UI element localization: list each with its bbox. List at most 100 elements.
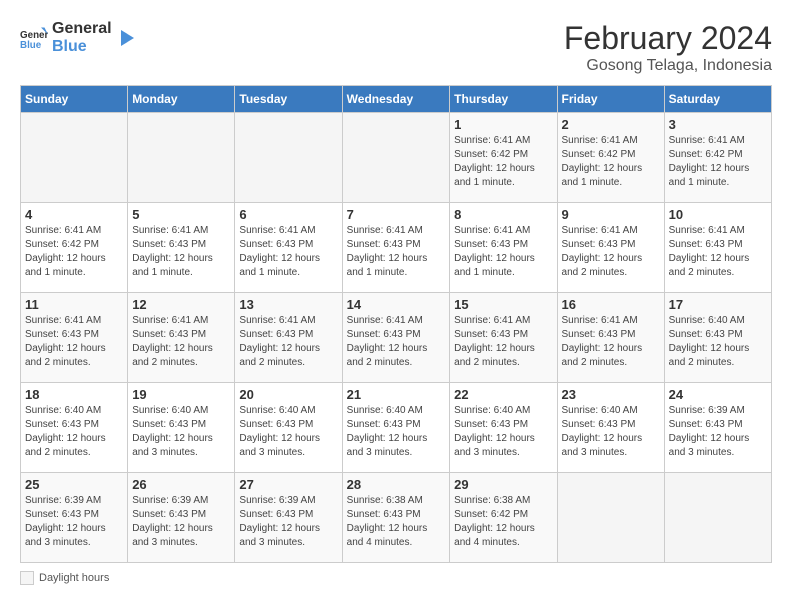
day-number: 26 (132, 477, 230, 492)
calendar-cell (342, 113, 450, 203)
day-info: Sunrise: 6:40 AM Sunset: 6:43 PM Dayligh… (239, 404, 337, 460)
calendar-header-wednesday: Wednesday (342, 86, 450, 113)
day-info: Sunrise: 6:41 AM Sunset: 6:43 PM Dayligh… (454, 224, 552, 280)
day-number: 22 (454, 387, 552, 402)
calendar-cell: 6 Sunrise: 6:41 AM Sunset: 6:43 PM Daylig… (235, 203, 342, 293)
calendar-cell: 27 Sunrise: 6:39 AM Sunset: 6:43 PM Dayli… (235, 473, 342, 563)
calendar-header-row: SundayMondayTuesdayWednesdayThursdayFrid… (21, 86, 772, 113)
day-number: 17 (669, 297, 767, 312)
day-info: Sunrise: 6:41 AM Sunset: 6:42 PM Dayligh… (669, 134, 767, 190)
logo-icon: General Blue (20, 24, 48, 52)
calendar-cell: 20Sunrise: 6:40 AM Sunset: 6:43 PM Dayli… (235, 383, 342, 473)
calendar-cell: 25Sunrise: 6:39 AM Sunset: 6:43 PM Dayli… (21, 473, 128, 563)
day-info: Sunrise: 6:41 AM Sunset: 6:43 PM Dayligh… (347, 314, 446, 370)
calendar-cell: 28 Sunrise: 6:38 AM Sunset: 6:43 PM Dayli… (342, 473, 450, 563)
day-info: Sunrise: 6:40 AM Sunset: 6:43 PM Dayligh… (669, 314, 767, 370)
legend-daylight-label: Daylight hours (39, 572, 109, 584)
day-number: 13 (239, 297, 337, 312)
day-number: 5 (132, 207, 230, 222)
day-number: 14 (347, 297, 446, 312)
legend: Daylight hours (20, 571, 772, 585)
day-info: Sunrise: 6:38 AM Sunset: 6:42 PM Dayligh… (454, 494, 552, 550)
day-info: Sunrise: 6:41 AM Sunset: 6:43 PM Dayligh… (669, 224, 767, 280)
day-info: Sunrise: 6:38 AM Sunset: 6:43 PM Dayligh… (347, 494, 446, 550)
month-title: February 2024 (564, 20, 772, 57)
day-info: Sunrise: 6:41 AM Sunset: 6:43 PM Dayligh… (132, 224, 230, 280)
calendar-cell: 23Sunrise: 6:40 AM Sunset: 6:43 PM Dayli… (557, 383, 664, 473)
calendar-week-row: 25Sunrise: 6:39 AM Sunset: 6:43 PM Dayli… (21, 473, 772, 563)
day-number: 16 (562, 297, 660, 312)
day-number: 2 (562, 117, 660, 132)
legend-box-daylight (20, 571, 34, 585)
day-number: 19 (132, 387, 230, 402)
calendar-week-row: 11Sunrise: 6:41 AM Sunset: 6:43 PM Dayli… (21, 293, 772, 383)
day-number: 7 (347, 207, 446, 222)
calendar-cell: 10 Sunrise: 6:41 AM Sunset: 6:43 PM Dayli… (664, 203, 771, 293)
day-number: 6 (239, 207, 337, 222)
calendar-cell: 3 Sunrise: 6:41 AM Sunset: 6:42 PM Daylig… (664, 113, 771, 203)
calendar-cell: 15 Sunrise: 6:41 AM Sunset: 6:43 PM Dayli… (450, 293, 557, 383)
day-number: 3 (669, 117, 767, 132)
day-number: 27 (239, 477, 337, 492)
calendar-header-thursday: Thursday (450, 86, 557, 113)
day-number: 15 (454, 297, 552, 312)
calendar-week-row: 4Sunrise: 6:41 AM Sunset: 6:42 PM Daylig… (21, 203, 772, 293)
day-number: 28 (347, 477, 446, 492)
logo-arrow-icon (116, 28, 136, 48)
day-info: Sunrise: 6:41 AM Sunset: 6:43 PM Dayligh… (454, 314, 552, 370)
calendar-header-tuesday: Tuesday (235, 86, 342, 113)
calendar-cell: 16 Sunrise: 6:41 AM Sunset: 6:43 PM Dayli… (557, 293, 664, 383)
day-info: Sunrise: 6:39 AM Sunset: 6:43 PM Dayligh… (25, 494, 123, 550)
day-info: Sunrise: 6:41 AM Sunset: 6:43 PM Dayligh… (239, 314, 337, 370)
calendar-table: SundayMondayTuesdayWednesdayThursdayFrid… (20, 85, 772, 563)
day-number: 9 (562, 207, 660, 222)
calendar-week-row: 1Sunrise: 6:41 AM Sunset: 6:42 PM Daylig… (21, 113, 772, 203)
calendar-cell: 5 Sunrise: 6:41 AM Sunset: 6:43 PM Daylig… (128, 203, 235, 293)
calendar-cell: 18Sunrise: 6:40 AM Sunset: 6:43 PM Dayli… (21, 383, 128, 473)
day-info: Sunrise: 6:39 AM Sunset: 6:43 PM Dayligh… (669, 404, 767, 460)
title-area: February 2024 Gosong Telaga, Indonesia (564, 20, 772, 75)
calendar-header-friday: Friday (557, 86, 664, 113)
day-number: 8 (454, 207, 552, 222)
day-info: Sunrise: 6:41 AM Sunset: 6:42 PM Dayligh… (562, 134, 660, 190)
calendar-cell: 29 Sunrise: 6:38 AM Sunset: 6:42 PM Dayli… (450, 473, 557, 563)
calendar-cell: 2 Sunrise: 6:41 AM Sunset: 6:42 PM Daylig… (557, 113, 664, 203)
day-number: 24 (669, 387, 767, 402)
location-title: Gosong Telaga, Indonesia (564, 57, 772, 75)
day-number: 4 (25, 207, 123, 222)
calendar-cell: 14 Sunrise: 6:41 AM Sunset: 6:43 PM Dayli… (342, 293, 450, 383)
calendar-week-row: 18 Sunrise: 6:40 AM Sunset: 6:43 PM Dayli… (21, 383, 772, 473)
calendar-cell: 19Sunrise: 6:40 AM Sunset: 6:43 PM Dayli… (128, 383, 235, 473)
day-info: Sunrise: 6:41 AM Sunset: 6:42 PM Dayligh… (454, 134, 552, 190)
day-number: 12 (132, 297, 230, 312)
day-number: 10 (669, 207, 767, 222)
calendar-cell: 12 Sunrise: 6:41 AM Sunset: 6:43 PM Dayli… (128, 293, 235, 383)
calendar-cell: 4Sunrise: 6:41 AM Sunset: 6:42 PM Daylig… (21, 203, 128, 293)
day-info: Sunrise: 6:41 AM Sunset: 6:43 PM Dayligh… (562, 224, 660, 280)
day-info: Sunrise: 6:41 AM Sunset: 6:43 PM Dayligh… (25, 314, 123, 370)
calendar-cell (557, 473, 664, 563)
calendar-header-sunday: Sunday (21, 86, 128, 113)
logo-line1: General (52, 20, 112, 38)
calendar-cell: 21Sunrise: 6:40 AM Sunset: 6:43 PM Dayli… (342, 383, 450, 473)
day-number: 18 (25, 387, 123, 402)
calendar-cell: 13 Sunrise: 6:41 AM Sunset: 6:43 PM Dayli… (235, 293, 342, 383)
calendar-cell: 22 Sunrise: 6:40 AM Sunset: 6:43 PM Dayli… (450, 383, 557, 473)
calendar-cell (664, 473, 771, 563)
day-info: Sunrise: 6:40 AM Sunset: 6:43 PM Dayligh… (454, 404, 552, 460)
calendar-header-monday: Monday (128, 86, 235, 113)
logo: General Blue General Blue (20, 20, 136, 55)
legend-item-daylight: Daylight hours (20, 571, 109, 585)
calendar-cell (128, 113, 235, 203)
day-info: Sunrise: 6:41 AM Sunset: 6:43 PM Dayligh… (562, 314, 660, 370)
day-info: Sunrise: 6:41 AM Sunset: 6:43 PM Dayligh… (132, 314, 230, 370)
logo-line2: Blue (52, 38, 112, 56)
svg-text:Blue: Blue (20, 39, 42, 50)
calendar-cell: 8 Sunrise: 6:41 AM Sunset: 6:43 PM Daylig… (450, 203, 557, 293)
day-number: 29 (454, 477, 552, 492)
day-info: Sunrise: 6:41 AM Sunset: 6:43 PM Dayligh… (239, 224, 337, 280)
day-info: Sunrise: 6:39 AM Sunset: 6:43 PM Dayligh… (239, 494, 337, 550)
day-number: 21 (347, 387, 446, 402)
page-header: General Blue General Blue February 2024 … (20, 20, 772, 75)
calendar-cell: 11Sunrise: 6:41 AM Sunset: 6:43 PM Dayli… (21, 293, 128, 383)
